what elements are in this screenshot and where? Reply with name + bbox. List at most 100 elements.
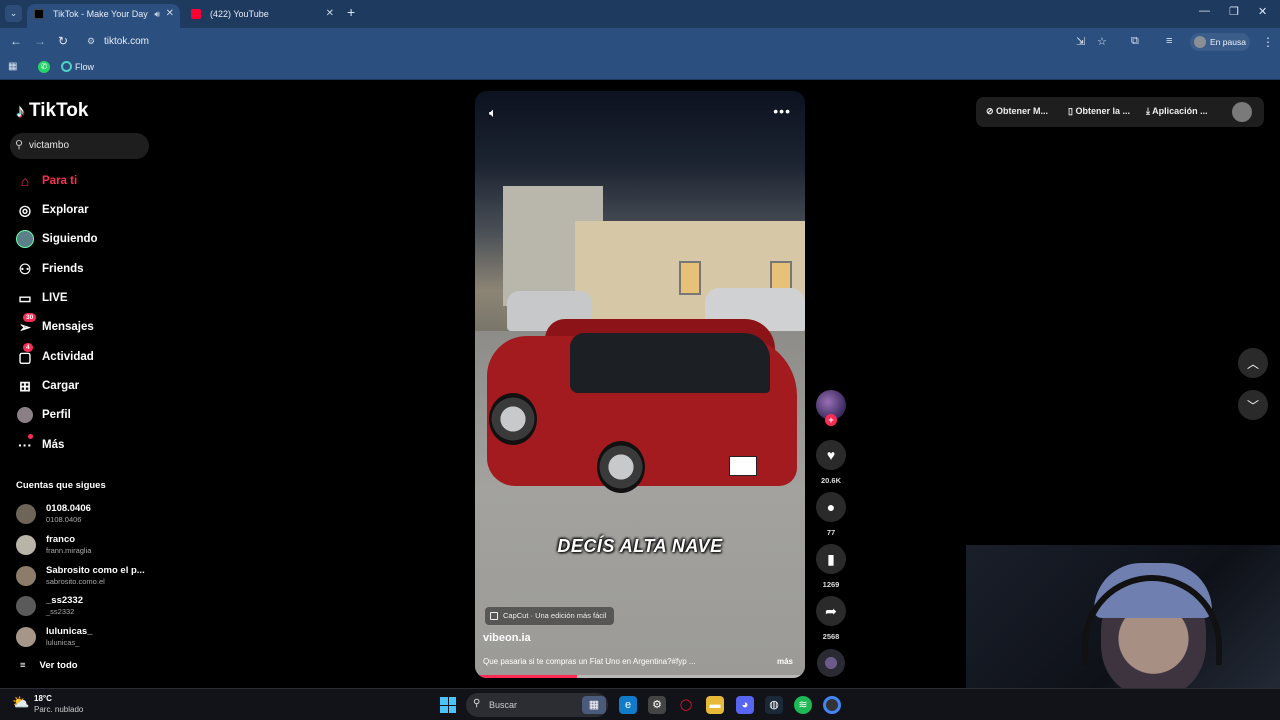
nav-mensajes[interactable]: ➢ 30 Mensajes — [16, 313, 94, 338]
video-text-overlay: DECÍS ALTA NAVE — [557, 536, 723, 556]
steam-icon[interactable]: ◍ — [765, 696, 783, 714]
desktop-app-button[interactable]: ⤓ Aplicación ... — [1146, 106, 1208, 117]
spotify-icon[interactable]: ≋ — [794, 696, 812, 714]
nav-label: Actividad — [42, 351, 94, 363]
account-name: lulunicas_ — [46, 626, 93, 637]
address-bar-row: ← → ↻ ⚙ tiktok.com ⇲ ☆ ⧉ ≡ — [0, 28, 1280, 56]
following-avatar-icon — [16, 230, 34, 248]
tab-youtube[interactable]: (422) YouTube ✕ — [184, 4, 340, 28]
search-input[interactable]: ⚲ victambo — [10, 133, 149, 159]
chevron-up-icon[interactable]: ︿ — [1238, 348, 1268, 378]
bookmark-flow[interactable]: Flow — [75, 62, 94, 72]
window — [679, 261, 701, 295]
tiktok-logo[interactable]: ♪ TikTok — [16, 100, 88, 122]
minimize-icon[interactable]: — — [1199, 5, 1210, 17]
capcut-icon — [490, 612, 498, 620]
audio-playing-icon[interactable]: 🔊︎ — [154, 4, 160, 24]
nav-actividad[interactable]: ▢ 4 Actividad — [16, 343, 94, 368]
search-icon: ⚲ — [473, 698, 481, 709]
settings-icon[interactable]: ⚙ — [648, 696, 666, 714]
nav-label: Friends — [42, 263, 84, 275]
discord-icon[interactable]: ◕ — [736, 696, 754, 714]
url-field[interactable]: tiktok.com — [104, 36, 149, 47]
description-more-button[interactable]: más — [777, 657, 793, 666]
like-count: 20.6K — [820, 476, 841, 485]
youtube-favicon-icon — [191, 9, 201, 19]
restore-icon[interactable]: ❐ — [1229, 5, 1239, 18]
followed-account[interactable]: _ss2332 _ss2332 — [16, 594, 166, 620]
edge-icon[interactable]: e — [619, 696, 637, 714]
follow-plus-icon[interactable]: + — [825, 414, 837, 426]
coins-label: Obtener M... — [996, 106, 1049, 116]
forward-icon[interactable]: → — [34, 34, 46, 48]
opera-icon[interactable]: ◯ — [677, 696, 695, 714]
video-player[interactable]: DECÍS ALTA NAVE 🔈︎ ••• CapCut · Una edic… — [475, 91, 805, 678]
comment-icon[interactable]: ● — [816, 492, 846, 522]
followed-account[interactable]: lulunicas_ lulunicas_ — [16, 625, 166, 651]
file-explorer-icon[interactable]: ▬ — [706, 696, 724, 714]
whatsapp-icon[interactable]: ✆ — [38, 61, 50, 73]
close-tab-icon[interactable]: ✕ — [326, 4, 334, 24]
capcut-anchor[interactable]: CapCut · Una edición más fácil — [485, 607, 615, 625]
flow-icon[interactable] — [61, 61, 72, 72]
profile-label: En pausa — [1210, 37, 1246, 47]
share-count: 2568 — [822, 632, 840, 641]
nav-mas[interactable]: ··· Más — [16, 434, 64, 456]
new-tab-icon[interactable]: + — [347, 4, 355, 20]
install-app-icon[interactable]: ⇲ — [1076, 35, 1085, 48]
chrome-icon[interactable] — [823, 696, 841, 714]
extensions-icon[interactable]: ⧉ — [1131, 35, 1139, 48]
video-scene-plate — [729, 456, 757, 476]
avatar — [16, 627, 36, 647]
nav-para-ti[interactable]: ⌂ Para ti — [16, 170, 77, 192]
get-app-label: Obtener la ... — [1075, 106, 1130, 116]
like-icon[interactable]: ♥ — [816, 440, 846, 470]
video-progress-fill — [475, 675, 578, 678]
media-control-icon[interactable]: ≡ — [1166, 35, 1172, 47]
capcut-label: CapCut · Una edición más fácil — [503, 611, 607, 620]
nav-friends[interactable]: ⚇ Friends — [16, 258, 84, 280]
apps-grid-icon[interactable]: ▦ — [8, 61, 17, 72]
see-all-following[interactable]: ≡ Ver todo — [20, 660, 78, 671]
nav-cargar[interactable]: ⊞ Cargar — [16, 375, 79, 397]
nav-explorar[interactable]: ◎ Explorar — [16, 199, 89, 221]
nav-label: Mensajes — [42, 321, 94, 333]
profile-button[interactable]: En pausa — [1190, 33, 1250, 51]
close-tab-icon[interactable]: ✕ — [166, 4, 174, 24]
nav-siguiendo[interactable]: Siguiendo — [16, 228, 98, 250]
avatar[interactable] — [1232, 102, 1252, 122]
followed-account[interactable]: franco frann.miraglia — [16, 533, 166, 559]
activity-badge: 4 — [23, 343, 33, 352]
upload-icon: ⊞ — [19, 377, 31, 394]
video-author[interactable]: vibeon.ia — [483, 632, 531, 644]
video-more-icon[interactable]: ••• — [773, 103, 791, 119]
back-icon[interactable]: ← — [10, 34, 22, 48]
widgets-icon[interactable]: ▦ — [582, 696, 606, 714]
followed-account[interactable]: Sabrosito como el p... sabrosito.como.el — [16, 564, 166, 590]
reload-icon[interactable]: ↻ — [58, 34, 68, 48]
bookmark-star-icon[interactable]: ☆ — [1097, 35, 1107, 48]
taskbar-search-label: Buscar — [489, 700, 518, 710]
volume-icon[interactable]: 🔈︎ — [489, 105, 497, 121]
tab-search-icon[interactable]: ⌄ — [5, 5, 22, 22]
windows-start-icon[interactable] — [440, 697, 456, 713]
share-icon[interactable]: ➦ — [816, 596, 846, 626]
tab-tiktok[interactable]: TikTok - Make Your Day 🔊︎ ✕ — [27, 4, 180, 28]
avatar — [16, 504, 36, 524]
music-disc-icon[interactable] — [817, 649, 845, 677]
site-info-icon[interactable]: ⚙ — [87, 36, 95, 47]
bookmark-icon[interactable]: ▮ — [816, 544, 846, 574]
browser-menu-icon[interactable]: ⋮ — [1262, 35, 1274, 49]
close-window-icon[interactable]: ✕ — [1258, 5, 1267, 18]
search-icon: ⚲ — [15, 139, 24, 151]
nav-perfil[interactable]: Perfil — [16, 404, 71, 426]
nav-live[interactable]: ▭ LIVE — [16, 287, 67, 309]
tiktok-note-icon: ♪ — [16, 100, 25, 121]
account-handle: _ss2332 — [46, 607, 75, 616]
weather-icon[interactable]: ⛅ — [12, 694, 29, 711]
chevron-down-icon[interactable]: ﹀ — [1238, 390, 1268, 420]
get-app-button[interactable]: ▯ Obtener la ... — [1068, 106, 1130, 117]
get-coins-button[interactable]: ⊘ Obtener M... — [986, 106, 1048, 117]
followed-account[interactable]: 0108.0406 0108.0406 — [16, 502, 166, 528]
video-progress-bar[interactable] — [475, 675, 805, 678]
